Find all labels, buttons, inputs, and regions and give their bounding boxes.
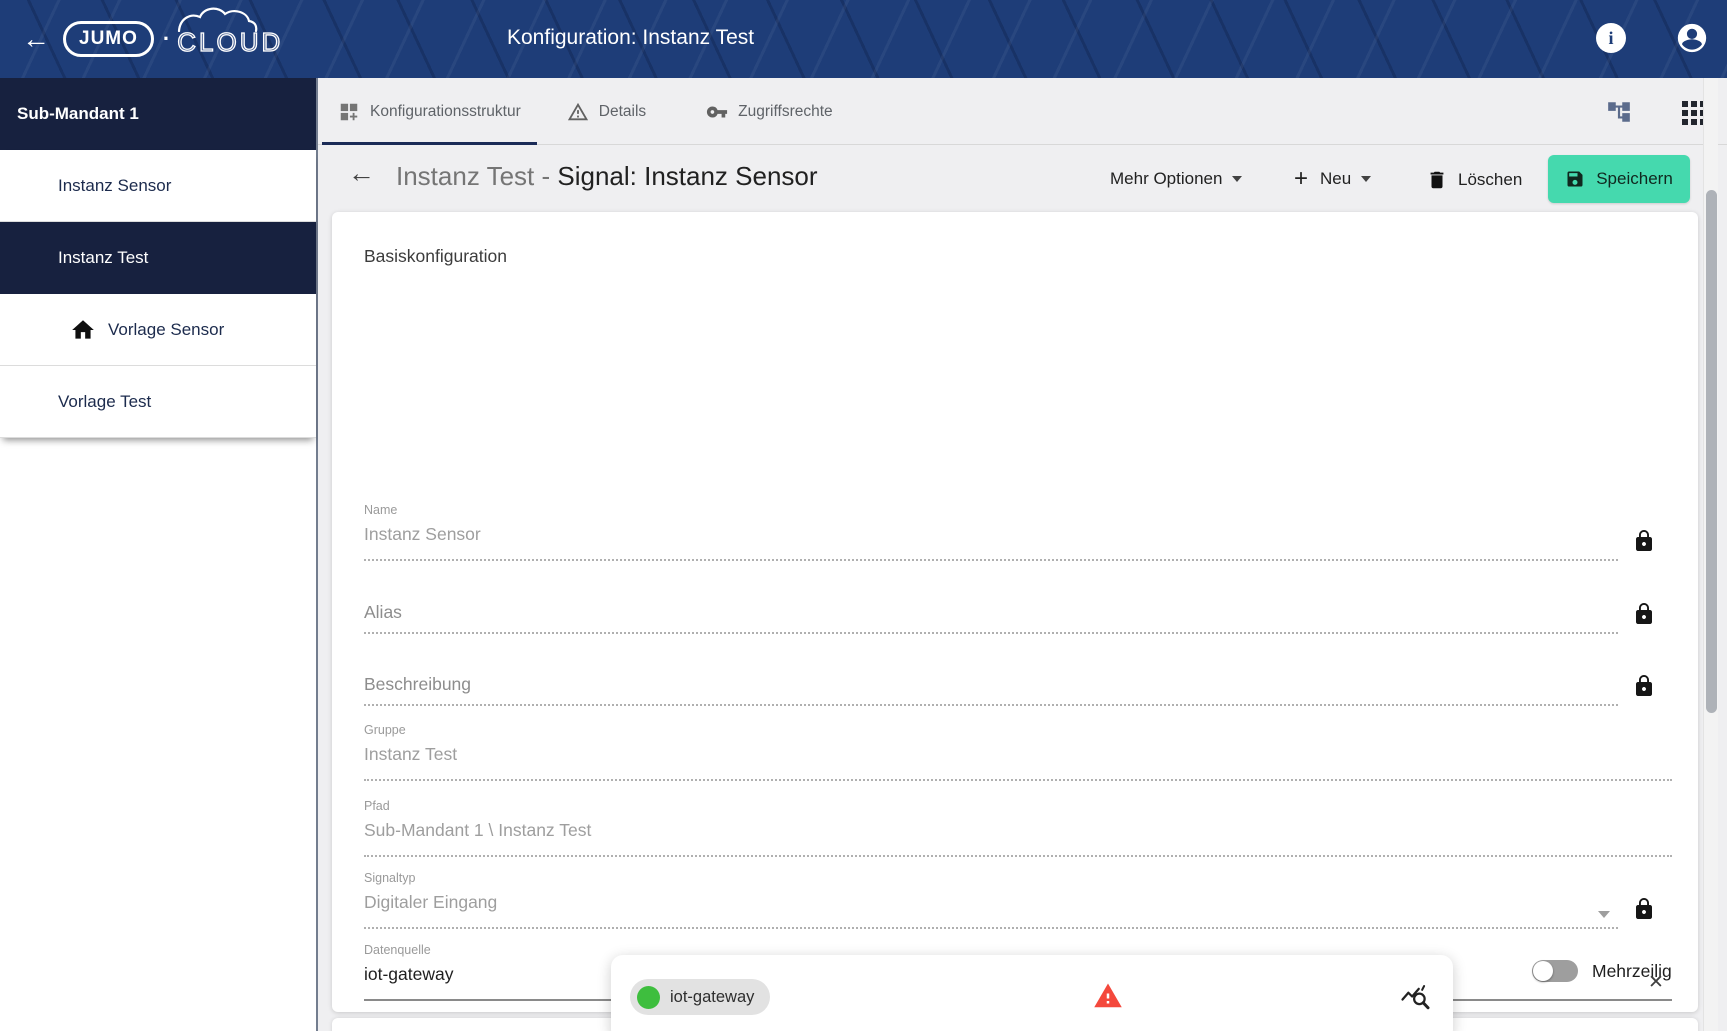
sidebar-item-label: Vorlage Test [58,392,151,412]
more-options-label: Mehr Optionen [1110,169,1222,189]
field-value: Beschreibung [364,674,471,695]
home-icon [70,317,96,343]
alert-triangle-icon [1092,981,1124,1016]
info-icon[interactable]: i [1596,23,1626,53]
lock-icon [1632,674,1656,698]
sidebar-item-vorlage-test[interactable]: Vorlage Test [0,366,316,438]
clear-icon[interactable]: ✕ [1648,971,1664,994]
form-field-signaltyp[interactable]: Signaltyp Digitaler Eingang ✕ [332,871,1698,929]
tab-label: Zugriffsrechte [738,103,832,121]
field-underline [364,632,1618,634]
warning-icon [567,101,589,123]
sidebar-item-label: Instanz Sensor [58,176,171,196]
delete-label: Löschen [1458,170,1522,190]
device-chip[interactable]: iot-gateway [630,979,770,1015]
lock-icon [1632,602,1656,626]
content-title-prefix: Instanz Test - [396,161,557,191]
field-value: Alias [364,602,402,623]
form-field-beschreibung[interactable]: Beschreibung ✕ [332,648,1698,706]
chevron-down-icon [1232,176,1242,182]
section-title: Basiskonfiguration [364,246,507,267]
tab-list: Konfigurationsstruktur Details Zugriffsr… [322,78,863,145]
field-underline [364,559,1618,561]
brand-separator: · [163,26,170,52]
content-toolbar: ← Instanz Test - Signal: Instanz Sensor … [318,145,1727,212]
field-label: Gruppe [364,723,406,737]
new-button[interactable]: + Neu [1294,169,1371,189]
content-back-icon[interactable]: ← [348,158,375,189]
app-window: ← JUMO · CLOUD Konfiguration: Instanz Te… [0,0,1727,1031]
dropdown-caret-icon[interactable] [1598,911,1610,918]
sidebar-tenant-header[interactable]: Sub-Mandant 1 [0,78,316,150]
tab-konfigurationsstruktur[interactable]: Konfigurationsstruktur [322,78,537,145]
form-card: Basiskonfiguration Mehrzeilig Name Insta… [332,212,1698,1012]
field-value: Digitaler Eingang [364,892,497,913]
field-value: iot-gateway [364,964,454,985]
plus-icon: + [1294,169,1308,189]
app-header: ← JUMO · CLOUD Konfiguration: Instanz Te… [0,0,1727,78]
field-underline [364,779,1672,781]
tab-label: Details [599,103,646,121]
new-label: Neu [1320,169,1351,189]
form-field-name[interactable]: Name Instanz Sensor ✕ [332,503,1698,561]
lock-icon [1632,897,1656,921]
dashboard-customize-icon [338,101,360,123]
sidebar-item-label: Instanz Test [58,248,148,268]
content-title-main: Signal: Instanz Sensor [557,161,817,191]
field-label: Pfad [364,799,390,813]
content-title: Instanz Test - Signal: Instanz Sensor [396,161,818,192]
form-field-alias[interactable]: Alias ✕ [332,576,1698,634]
field-label: Name [364,503,397,517]
page-title: Konfiguration: Instanz Test [507,26,754,50]
sidebar-item-instanz-sensor[interactable]: Instanz Sensor [0,150,316,222]
field-underline [364,855,1672,857]
tab-label: Konfigurationsstruktur [370,103,521,121]
cloud-outline-icon [173,6,265,32]
account-icon[interactable] [1675,21,1709,55]
main-area: Konfigurationsstruktur Details Zugriffsr… [318,78,1727,1031]
tree-view-icon[interactable] [1606,99,1632,130]
more-options-button[interactable]: Mehr Optionen [1110,169,1242,189]
sidebar-item-label: Vorlage Sensor [108,320,224,340]
brand-logo: JUMO · CLOUD [63,0,283,78]
form-field-pfad[interactable]: Pfad Sub-Mandant 1 \ Instanz Test ✕ [332,799,1698,857]
tab-bar: Konfigurationsstruktur Details Zugriffsr… [318,78,1727,145]
query-stats-icon[interactable] [1400,982,1430,1017]
tab-zugriffsrechte[interactable]: Zugriffsrechte [676,78,862,145]
field-underline [364,927,1618,929]
sidebar-item-instanz-test[interactable]: Instanz Test [0,222,316,294]
jumo-logo: JUMO [63,21,154,57]
field-label: Datenquelle [364,943,431,957]
field-value: Instanz Sensor [364,524,481,545]
save-icon [1565,169,1585,189]
floating-status-bar: iot-gateway [611,955,1453,1031]
chevron-down-icon [1361,176,1371,182]
key-icon [706,101,728,123]
vertical-scrollbar[interactable] [1703,78,1718,1031]
trash-icon [1426,169,1448,191]
device-chip-label: iot-gateway [670,988,754,1007]
header-back-icon[interactable]: ← [22,20,50,58]
sidebar: Sub-Mandant 1 Instanz Sensor Instanz Tes… [0,78,318,1031]
save-label: Speichern [1596,169,1673,189]
scrollbar-thumb[interactable] [1706,190,1717,713]
status-dot-green [637,986,660,1009]
delete-button[interactable]: Löschen [1426,169,1522,191]
lock-icon [1632,529,1656,553]
cloud-logo: CLOUD [177,27,283,58]
field-label: Signaltyp [364,871,415,885]
field-underline [364,704,1618,706]
sidebar-item-vorlage-sensor[interactable]: Vorlage Sensor [0,294,316,366]
sidebar-item-list: Instanz Sensor Instanz Test Vorlage Sens… [0,150,316,438]
field-value: Sub-Mandant 1 \ Instanz Test [364,820,591,841]
tab-details[interactable]: Details [537,78,676,145]
form-field-gruppe[interactable]: Gruppe Instanz Test ✕ [332,723,1698,781]
save-button[interactable]: Speichern [1548,155,1690,203]
field-value: Instanz Test [364,744,457,765]
